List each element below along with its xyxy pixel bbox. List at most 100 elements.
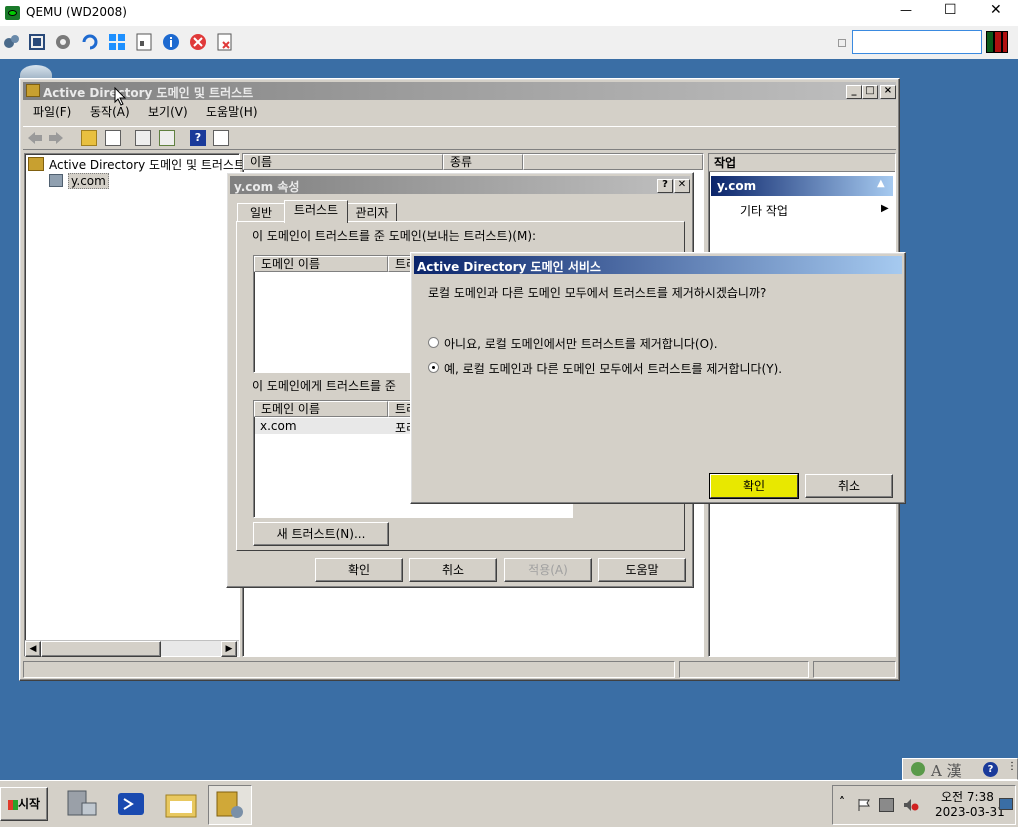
ad-maximize-button[interactable]: □ — [862, 85, 878, 99]
new-trust-button[interactable]: 새 트러스트(N)... — [253, 522, 389, 546]
powershell-icon[interactable] — [110, 785, 152, 823]
column-empty-header — [523, 154, 703, 170]
ads-ok-button[interactable]: 확인 — [710, 474, 798, 498]
ad-domains-taskbar-icon[interactable] — [208, 785, 252, 825]
small-indicator-icon — [838, 39, 846, 47]
props-apply-button[interactable]: 적용(A) — [504, 558, 592, 582]
incoming-domain-name-header[interactable]: 도메인 이름 — [254, 401, 388, 417]
ad-window-title: Active Directory 도메인 및 트러스트 — [43, 86, 254, 100]
taskbar: 시작 ˄ 오전 7:38 2023-03-31 — [0, 780, 1018, 827]
fullscreen-icon[interactable] — [28, 33, 46, 51]
tab-general[interactable]: 일반 — [237, 203, 285, 222]
ads-titlebar[interactable]: Active Directory 도메인 서비스 — [414, 256, 902, 274]
settings-gears-icon[interactable] — [2, 33, 20, 51]
start-label: 시작 — [17, 797, 41, 811]
clock-date[interactable]: 2023-03-31 — [935, 805, 1005, 819]
dismiss-icon[interactable] — [216, 33, 234, 51]
option-yes-label[interactable]: 예, 로컬 도메인과 다른 도메인 모두에서 트러스트를 제거합니다(Y). — [444, 360, 782, 377]
qemu-title: QEMU (WD2008) — [26, 5, 127, 19]
props-help-bottom-button[interactable]: 도움말 — [598, 558, 686, 582]
column-name-header[interactable]: 이름 — [243, 154, 443, 170]
actions-more-item[interactable]: 기타 작업 — [740, 202, 788, 219]
mouse-cursor-icon — [114, 86, 128, 107]
qemu-titlebar: QEMU (WD2008) — ☐ ✕ — [0, 0, 1018, 26]
language-bar-label[interactable]: A 漢 — [931, 760, 962, 781]
status-cell-main — [23, 661, 675, 678]
help-icon[interactable]: ? — [190, 130, 206, 146]
outgoing-domain-name-header[interactable]: 도메인 이름 — [254, 256, 388, 272]
tree-child-label[interactable]: y.com — [68, 173, 109, 189]
scroll-left-button[interactable]: ◀ — [25, 641, 41, 657]
info-icon[interactable] — [162, 33, 180, 51]
tab-managed-by[interactable]: 관리자 — [347, 203, 397, 222]
props-title: y.com 속성 — [234, 180, 300, 194]
up-folder-icon[interactable] — [81, 130, 97, 146]
ads-cancel-button[interactable]: 취소 — [805, 474, 893, 498]
show-tree-icon[interactable] — [105, 130, 121, 146]
menu-help[interactable]: 도움말(H) — [206, 103, 258, 121]
show-action-pane-icon[interactable] — [213, 130, 229, 146]
props-close-button[interactable]: ✕ — [674, 179, 690, 193]
ad-minimize-button[interactable]: _ — [846, 85, 862, 99]
radio-option-no[interactable] — [428, 337, 439, 348]
tree-hscrollbar[interactable]: ◀ ▶ — [25, 640, 239, 657]
props-cancel-button[interactable]: 취소 — [409, 558, 497, 582]
props-help-button[interactable]: ? — [657, 179, 673, 193]
start-button[interactable]: 시작 — [0, 787, 48, 821]
language-bar: A 漢 ? ⋮ — [902, 758, 1018, 780]
qemu-close-button[interactable]: ✕ — [990, 2, 1006, 18]
scroll-right-button[interactable]: ▶ — [221, 641, 237, 657]
volume-muted-icon[interactable] — [903, 798, 919, 812]
language-help-icon[interactable]: ? — [983, 762, 998, 777]
qemu-search-input[interactable] — [852, 30, 982, 54]
ad-toolbar: ? — [23, 126, 896, 150]
clock-time[interactable]: 오전 7:38 — [941, 788, 994, 805]
menu-file[interactable]: 파일(F) — [33, 103, 71, 121]
status-bar — [23, 661, 896, 678]
refresh-icon[interactable] — [81, 33, 99, 51]
back-arrow-icon[interactable] — [27, 131, 43, 145]
qemu-toolbar — [0, 26, 1018, 59]
scroll-thumb[interactable] — [41, 641, 161, 657]
status-cell-mid — [679, 661, 809, 678]
menu-view[interactable]: 보기(V) — [148, 103, 188, 121]
domain-trust-icon — [28, 157, 44, 171]
network-icon[interactable] — [879, 798, 894, 812]
language-options-icon[interactable]: ⋮ — [1007, 761, 1017, 772]
server-manager-icon[interactable] — [60, 785, 102, 823]
tab-trusts[interactable]: 트러스트 — [284, 200, 348, 223]
actions-header: 작업 — [709, 154, 895, 172]
collapse-arrow-icon[interactable]: ▲ — [877, 178, 885, 189]
status-cell-right — [813, 661, 896, 678]
submenu-arrow-icon[interactable]: ▶ — [881, 203, 889, 214]
ime-icon[interactable] — [911, 762, 925, 776]
column-type-header[interactable]: 종류 — [443, 154, 523, 170]
props-ok-button[interactable]: 확인 — [315, 558, 403, 582]
tree-root-label[interactable]: Active Directory 도메인 및 트러스트 — [49, 156, 245, 173]
actions-section-label: y.com — [717, 179, 757, 193]
properties-icon[interactable] — [135, 130, 151, 146]
forward-arrow-icon[interactable] — [48, 131, 64, 145]
radio-option-yes[interactable] — [428, 362, 439, 373]
ad-close-button[interactable]: × — [880, 85, 896, 99]
actions-section-header[interactable]: y.com ▲ — [711, 176, 893, 196]
incoming-trusts-label: 이 도메인에게 트러스트를 준 — [252, 379, 396, 393]
show-desktop-icon[interactable] — [999, 798, 1013, 810]
qemu-minimize-button[interactable]: — — [900, 3, 916, 17]
outgoing-trusts-label: 이 도메인이 트러스트를 준 도메인(보내는 트러스트)(M): — [252, 229, 537, 243]
windows-icon[interactable] — [108, 33, 126, 51]
stop-icon[interactable] — [189, 33, 207, 51]
explorer-icon[interactable] — [160, 785, 202, 823]
props-titlebar[interactable]: y.com 속성 ? ✕ — [230, 176, 690, 194]
export-list-icon[interactable] — [159, 130, 175, 146]
action-center-flag-icon[interactable] — [857, 799, 871, 811]
document-icon[interactable] — [135, 33, 153, 51]
option-no-label[interactable]: 아니요, 로컬 도메인에서만 트러스트를 제거합니다(O). — [444, 335, 718, 352]
tray-expand-icon[interactable]: ˄ — [839, 795, 845, 809]
gear-icon[interactable] — [54, 33, 72, 51]
system-tray: ˄ 오전 7:38 2023-03-31 — [832, 785, 1016, 825]
ad-window-titlebar[interactable]: Active Directory 도메인 및 트러스트 _ □ × — [23, 82, 896, 100]
color-swatch-icon[interactable] — [986, 31, 1008, 53]
qemu-maximize-button[interactable]: ☐ — [944, 2, 960, 18]
start-windows-icon — [7, 799, 18, 810]
